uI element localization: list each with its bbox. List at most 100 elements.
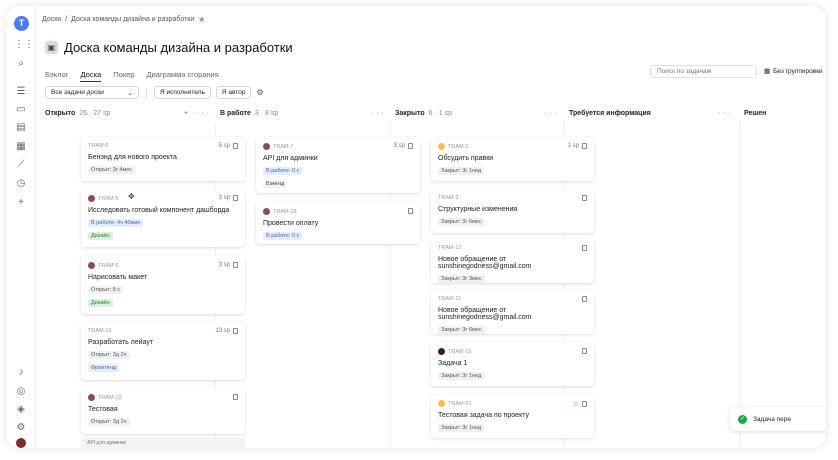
- task-summary[interactable]: Обсудить правки: [438, 155, 587, 162]
- column-actions[interactable]: ···: [544, 110, 560, 117]
- divider: [146, 87, 147, 98]
- task-summary[interactable]: Тестовая задача по проекту: [438, 412, 587, 419]
- apps-grid-icon[interactable]: ⋮⋮: [14, 38, 34, 52]
- task-summary[interactable]: Нарисовать макет: [88, 274, 238, 281]
- task-card[interactable]: TRAM-15 13 sp Разработать лейаут Открыт: 3д…: [81, 322, 245, 380]
- task-meta: [582, 245, 587, 251]
- task-card[interactable]: TRAM-12 Новое обращение от sunshinegodnes…: [431, 239, 594, 283]
- task-card[interactable]: TRAM-18 Провести оплату В работе: 0 с: [256, 202, 420, 244]
- task-key-row: TRAM-2: [438, 143, 587, 150]
- tasks-filter-select[interactable]: Все задачи доски ⌄: [45, 86, 139, 99]
- task-chips: В работе: 4ч 40мин Дизайн: [88, 214, 238, 240]
- task-card[interactable]: TRAM-2 1 sp Обсудить правки Закрыт: 3г 1нед: [431, 137, 594, 181]
- breadcrumb-root[interactable]: Доски: [42, 16, 61, 23]
- task-summary[interactable]: Разработать лейаут: [88, 339, 238, 346]
- status-badge: Закрыт: 3г 1нед: [438, 372, 485, 380]
- column-actions[interactable]: + ···: [184, 110, 212, 117]
- task-summary[interactable]: Новое обращение от sunshinegodness@gmail…: [438, 307, 587, 321]
- search-icon[interactable]: ⌕: [14, 57, 28, 71]
- task-key[interactable]: TRAM-3: [438, 195, 458, 201]
- task-key-row: TRAM-21: [438, 400, 587, 407]
- tab-burndown[interactable]: Диаграмма сгорания: [146, 70, 218, 82]
- task-summary[interactable]: Бенэнд для нового проекта: [88, 154, 238, 161]
- task-meta: [233, 394, 238, 400]
- settings-icon[interactable]: ⚙: [14, 421, 28, 435]
- add-icon[interactable]: +: [14, 196, 28, 210]
- task-key-row: TRAM-5: [88, 195, 238, 202]
- task-summary[interactable]: Исследовать готовый компонент дашборда: [88, 207, 238, 214]
- task-summary[interactable]: Тестовая: [88, 406, 238, 413]
- breadcrumb: Доски / Доска команды дизайна и разработ…: [42, 15, 205, 24]
- task-chips: В работе: 0 с Бэкенд: [263, 162, 413, 188]
- star-icon[interactable]: ★: [198, 15, 205, 24]
- task-type-icon: [582, 245, 587, 251]
- task-key-row: TRAM-19: [88, 394, 238, 401]
- search-input[interactable]: [650, 65, 757, 78]
- task-key-row: TRAM-3: [438, 195, 587, 201]
- task-key[interactable]: TRAM-6: [98, 263, 118, 269]
- task-summary[interactable]: Задача 1: [438, 360, 587, 367]
- inbox-icon[interactable]: ▤: [14, 121, 28, 135]
- task-card[interactable]: TRAM-11 Новое обращение от sunshinegodnes…: [431, 290, 594, 334]
- task-card[interactable]: TRAM-16 Задача 1 Закрыт: 3г 1нед: [431, 342, 594, 386]
- column-actions[interactable]: ···: [371, 110, 387, 117]
- task-key[interactable]: TRAM-12: [438, 245, 462, 251]
- user-avatar[interactable]: [16, 438, 26, 448]
- task-key[interactable]: TRAM-11: [438, 296, 461, 302]
- history-icon[interactable]: ◷: [14, 177, 28, 191]
- tab-poker[interactable]: Покер: [113, 70, 134, 82]
- task-key-row: TRAM-12: [438, 245, 587, 251]
- task-key[interactable]: TRAM-2: [448, 144, 468, 150]
- task-key-row: TRAM-11: [438, 296, 587, 302]
- task-card[interactable]: TRAM-19 Тестовая Открыт: 3д 2ч: [81, 388, 245, 434]
- task-summary[interactable]: Новое обращение от sunshinegodness@gmail…: [438, 256, 587, 270]
- shield-icon[interactable]: ◈: [14, 403, 28, 417]
- task-summary[interactable]: Провести оплату: [263, 220, 413, 227]
- table-icon[interactable]: ▦: [14, 140, 28, 154]
- tab-board[interactable]: Доска: [80, 70, 102, 82]
- status-badge: Открыт: 3г 4мес: [88, 166, 136, 174]
- task-card[interactable]: TRAM-3 Структурные изменения Закрыт: 3г 6м…: [431, 189, 594, 233]
- list-icon[interactable]: ☰: [14, 85, 28, 99]
- column-actions[interactable]: ···: [718, 110, 734, 117]
- task-type-icon: [233, 262, 238, 268]
- assignee-filter-button[interactable]: Я исполнитель: [154, 86, 211, 99]
- author-filter-button[interactable]: Я автор: [215, 86, 252, 99]
- grouping-button[interactable]: ▦ Без группировки: [764, 67, 823, 76]
- task-card[interactable]: TRAM-6 5 sp Бенэнд для нового проекта Откры…: [81, 137, 245, 181]
- tracker-logo[interactable]: T: [14, 16, 29, 31]
- chevron-down-icon: ⌄: [127, 89, 133, 97]
- task-key[interactable]: TRAM-16: [448, 349, 472, 355]
- folders-icon[interactable]: ▭: [14, 103, 28, 117]
- task-key[interactable]: TRAM-15: [88, 328, 112, 334]
- column-meta: 3 · 8 sp: [254, 110, 279, 117]
- task-key-row: TRAM-16: [438, 348, 587, 355]
- task-key[interactable]: TRAM-7: [273, 144, 293, 150]
- task-summary[interactable]: API для админки: [263, 155, 413, 162]
- tag-chip: Фронтенд: [88, 364, 120, 372]
- task-key[interactable]: TRAM-18: [273, 209, 297, 215]
- task-key[interactable]: TRAM-5: [98, 196, 118, 202]
- task-card[interactable]: TRAM-5 3 sp Исследовать готовый компонент …: [81, 189, 245, 247]
- task-key[interactable]: TRAM-21: [448, 401, 472, 407]
- column-name: В работе: [220, 110, 251, 117]
- gear-icon[interactable]: ⚙: [256, 88, 263, 97]
- partial-card[interactable]: API для админки: [81, 438, 245, 448]
- chart-icon[interactable]: ⟋: [14, 158, 28, 172]
- task-chips: Открыт: 8 с Дизайн: [88, 281, 238, 307]
- toast-notification[interactable]: ✓ Задача пере: [730, 407, 826, 431]
- task-meta: 3 sp: [219, 195, 238, 201]
- task-chips: Закрыт: 3г 1нед: [438, 162, 587, 175]
- task-key[interactable]: TRAM-19: [98, 395, 122, 401]
- globe-icon[interactable]: ◎: [14, 385, 28, 399]
- task-card[interactable]: TRAM-6 3 sp Нарисовать макет Открыт: 8 с Диз…: [81, 256, 245, 314]
- tag-chip: Дизайн: [88, 299, 113, 307]
- task-summary[interactable]: Структурные изменения: [438, 206, 587, 213]
- task-meta: [582, 296, 587, 302]
- status-badge: Закрыт: 3г 6мес: [438, 326, 485, 334]
- bell-icon[interactable]: ♪: [14, 366, 28, 380]
- task-card[interactable]: TRAM-7 3 sp API для админки В работе: 0 с Бэ…: [256, 137, 420, 193]
- task-key[interactable]: TRAM-6: [88, 143, 108, 149]
- task-card[interactable]: TRAM-21 ⚠ Тестовая задача по проекту Закрыт…: [431, 394, 594, 438]
- tab-backlog[interactable]: Бэклог: [45, 70, 68, 82]
